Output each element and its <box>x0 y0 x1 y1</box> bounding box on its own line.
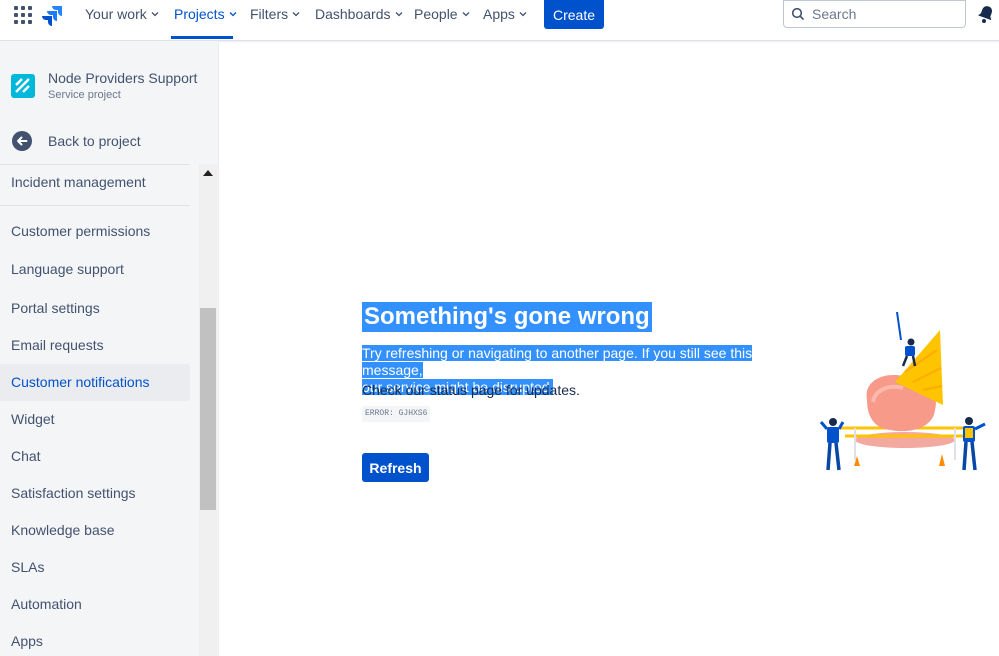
search-input[interactable] <box>812 6 952 22</box>
sidebar-divider <box>0 205 190 206</box>
sidebar-item-incident-management[interactable]: Incident management <box>0 164 190 201</box>
chevron-down-icon <box>462 12 470 17</box>
project-name[interactable]: Node Providers Support <box>48 70 197 86</box>
nav-projects-label: Projects <box>174 6 225 22</box>
sidebar-item-widget[interactable]: Widget <box>0 401 190 438</box>
nav-dashboards-label: Dashboards <box>315 6 391 22</box>
scrollbar-thumb[interactable] <box>200 308 216 510</box>
nav-your-work-label: Your work <box>85 6 147 22</box>
sidebar-item-knowledge-base[interactable]: Knowledge base <box>0 512 190 549</box>
sidebar-item-chat[interactable]: Chat <box>0 438 190 475</box>
chevron-down-icon <box>229 12 237 17</box>
notification-icon[interactable] <box>976 4 996 24</box>
arrow-left-circle-icon[interactable] <box>12 131 32 151</box>
refresh-button[interactable]: Refresh <box>362 453 429 482</box>
project-avatar-icon[interactable] <box>11 74 35 98</box>
sidebar-item-satisfaction-settings[interactable]: Satisfaction settings <box>0 475 190 512</box>
jira-logo-icon[interactable] <box>42 4 64 26</box>
chevron-down-icon <box>519 12 527 17</box>
nav-apps[interactable]: Apps <box>483 0 527 28</box>
sidebar-item-language-support[interactable]: Language support <box>0 251 190 288</box>
status-page-text: Check our status page for updates. <box>362 382 580 398</box>
project-sidebar: Node Providers Support Service project B… <box>0 41 219 656</box>
sidebar-item-automation[interactable]: Automation <box>0 586 190 623</box>
sidebar-item-customer-permissions[interactable]: Customer permissions <box>0 213 190 250</box>
scroll-up-arrow-icon[interactable] <box>203 170 213 176</box>
nav-people[interactable]: People <box>414 0 470 28</box>
create-button[interactable]: Create <box>544 0 604 29</box>
sidebar-item-apps[interactable]: Apps <box>0 623 190 656</box>
nav-filters[interactable]: Filters <box>250 0 300 28</box>
back-to-project-link[interactable]: Back to project <box>48 133 141 149</box>
search-box <box>783 0 966 28</box>
nav-dashboards[interactable]: Dashboards <box>315 0 403 28</box>
app-switcher-icon[interactable] <box>14 6 32 24</box>
sidebar-scrollbar[interactable] <box>199 164 217 656</box>
nav-projects[interactable]: Projects <box>174 0 237 28</box>
top-navigation: Your work Projects Filters Dashboards Pe… <box>0 0 999 41</box>
search-icon <box>791 7 805 21</box>
settings-nav-list: Incident management Customer permissions… <box>0 164 199 656</box>
sidebar-item-slas[interactable]: SLAs <box>0 549 190 586</box>
error-illustration <box>819 311 986 471</box>
error-code: ERROR: GJHXS6 <box>362 406 431 422</box>
project-type: Service project <box>48 89 121 101</box>
chevron-down-icon <box>395 12 402 17</box>
sidebar-item-portal-settings[interactable]: Portal settings <box>0 290 190 327</box>
nav-filters-label: Filters <box>250 6 289 22</box>
chevron-down-icon <box>151 12 159 17</box>
nav-people-label: People <box>414 6 458 22</box>
active-nav-indicator <box>171 36 233 39</box>
chevron-down-icon <box>292 12 300 17</box>
error-message-line1: Try refreshing or navigating to another … <box>362 345 753 378</box>
nav-apps-label: Apps <box>483 6 515 22</box>
sidebar-item-customer-notifications[interactable]: Customer notifications <box>0 364 190 401</box>
nav-your-work[interactable]: Your work <box>85 0 159 28</box>
error-title: Something's gone wrong <box>362 302 652 332</box>
sidebar-item-email-requests[interactable]: Email requests <box>0 327 190 364</box>
